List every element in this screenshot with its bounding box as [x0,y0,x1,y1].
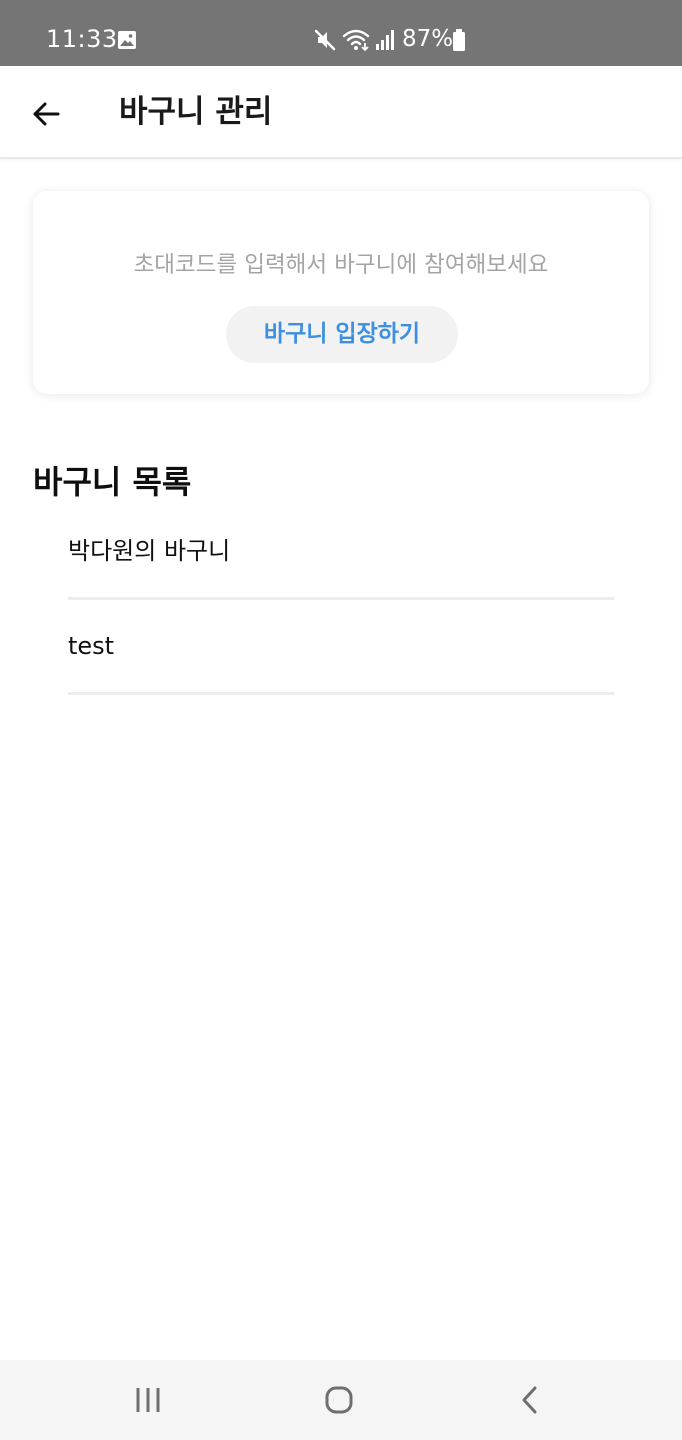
basket-list: 박다원의 바구니 test [68,505,614,695]
page-title: 바구니 관리 [119,94,273,130]
signal-icon [376,30,394,50]
status-time: 11:33 [46,25,118,53]
screen: 11:33 87% 바구니 관리 초대코드를 입력해서 바구니에 참여해보세요 … [0,0,682,1440]
basket-item-label: test [68,632,115,660]
basket-list-item[interactable]: test [68,600,614,695]
arrow-left-icon [33,102,60,126]
invite-message: 초대코드를 입력해서 바구니에 참여해보세요 [133,252,549,278]
back-icon [522,1386,537,1414]
wifi-icon [342,29,370,52]
home-button[interactable] [309,1375,369,1425]
basket-list-item[interactable]: 박다원의 바구니 [68,505,614,600]
mute-icon [314,29,336,51]
enter-basket-button[interactable]: 바구니 입장하기 [226,306,458,363]
system-navigation-bar [0,1360,682,1440]
status-bar: 11:33 87% [0,0,682,66]
battery-icon [453,29,465,51]
back-button[interactable] [22,90,70,138]
recents-icon [136,1388,160,1412]
home-icon [325,1386,353,1414]
nav-back-button[interactable] [500,1375,560,1425]
app-bar: 바구니 관리 [0,66,682,159]
invite-card: 초대코드를 입력해서 바구니에 참여해보세요 바구니 입장하기 [33,191,649,394]
recents-button[interactable] [118,1375,178,1425]
image-icon [118,31,136,49]
basket-item-label: 박다원의 바구니 [68,537,231,565]
battery-percentage: 87% [402,26,454,52]
basket-list-title: 바구니 목록 [33,463,192,501]
